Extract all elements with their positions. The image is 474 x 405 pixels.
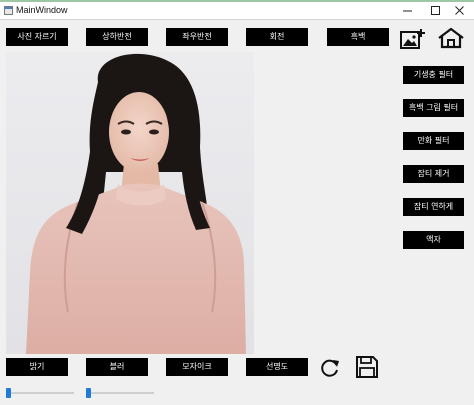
close-icon — [455, 6, 464, 15]
photo-preview — [6, 52, 254, 354]
minimize-button[interactable] — [394, 2, 422, 19]
maximize-icon — [431, 6, 440, 15]
save-icon — [356, 356, 378, 378]
slider-handle[interactable] — [6, 388, 11, 398]
window-title: MainWindow — [16, 5, 68, 15]
sharpness-button[interactable]: 선명도 — [246, 358, 308, 376]
save-button[interactable] — [355, 355, 379, 383]
rotate-button[interactable]: 회전 — [246, 28, 308, 46]
close-button[interactable] — [446, 2, 474, 19]
add-image-button[interactable] — [400, 28, 426, 54]
slider-track — [86, 392, 154, 394]
minimize-icon — [403, 10, 412, 12]
blur-slider[interactable] — [86, 388, 154, 398]
refresh-button[interactable] — [319, 357, 341, 383]
oil-filter-button[interactable]: 기생충 필터 — [403, 66, 464, 84]
home-icon — [438, 27, 464, 49]
brightness-button[interactable]: 밝기 — [6, 358, 68, 376]
mosaic-button[interactable]: 모자이크 — [166, 358, 228, 376]
denoise-button[interactable]: 잡티 제거 — [403, 165, 464, 183]
bw-sketch-filter-button[interactable]: 흑백 그림 필터 — [403, 99, 464, 117]
slider-track — [6, 392, 74, 394]
soften-blemish-button[interactable]: 잡티 연하게 — [403, 198, 464, 216]
flip-vertical-button[interactable]: 상하반전 — [86, 28, 148, 46]
brightness-slider[interactable] — [6, 388, 74, 398]
blur-button[interactable]: 블러 — [86, 358, 148, 376]
add-image-icon — [400, 29, 425, 49]
portrait-image — [6, 52, 254, 354]
frame-button[interactable]: 액자 — [403, 231, 464, 249]
home-button[interactable] — [437, 27, 465, 53]
app-icon — [4, 6, 13, 15]
title-bar: MainWindow — [0, 2, 474, 20]
flip-horizontal-button[interactable]: 좌우반전 — [166, 28, 228, 46]
slider-handle[interactable] — [86, 388, 91, 398]
crop-button[interactable]: 사진 자르기 — [6, 28, 68, 46]
refresh-icon — [321, 359, 339, 377]
grayscale-button[interactable]: 흑백 — [327, 28, 389, 46]
cartoon-filter-button[interactable]: 만화 필터 — [403, 132, 464, 150]
